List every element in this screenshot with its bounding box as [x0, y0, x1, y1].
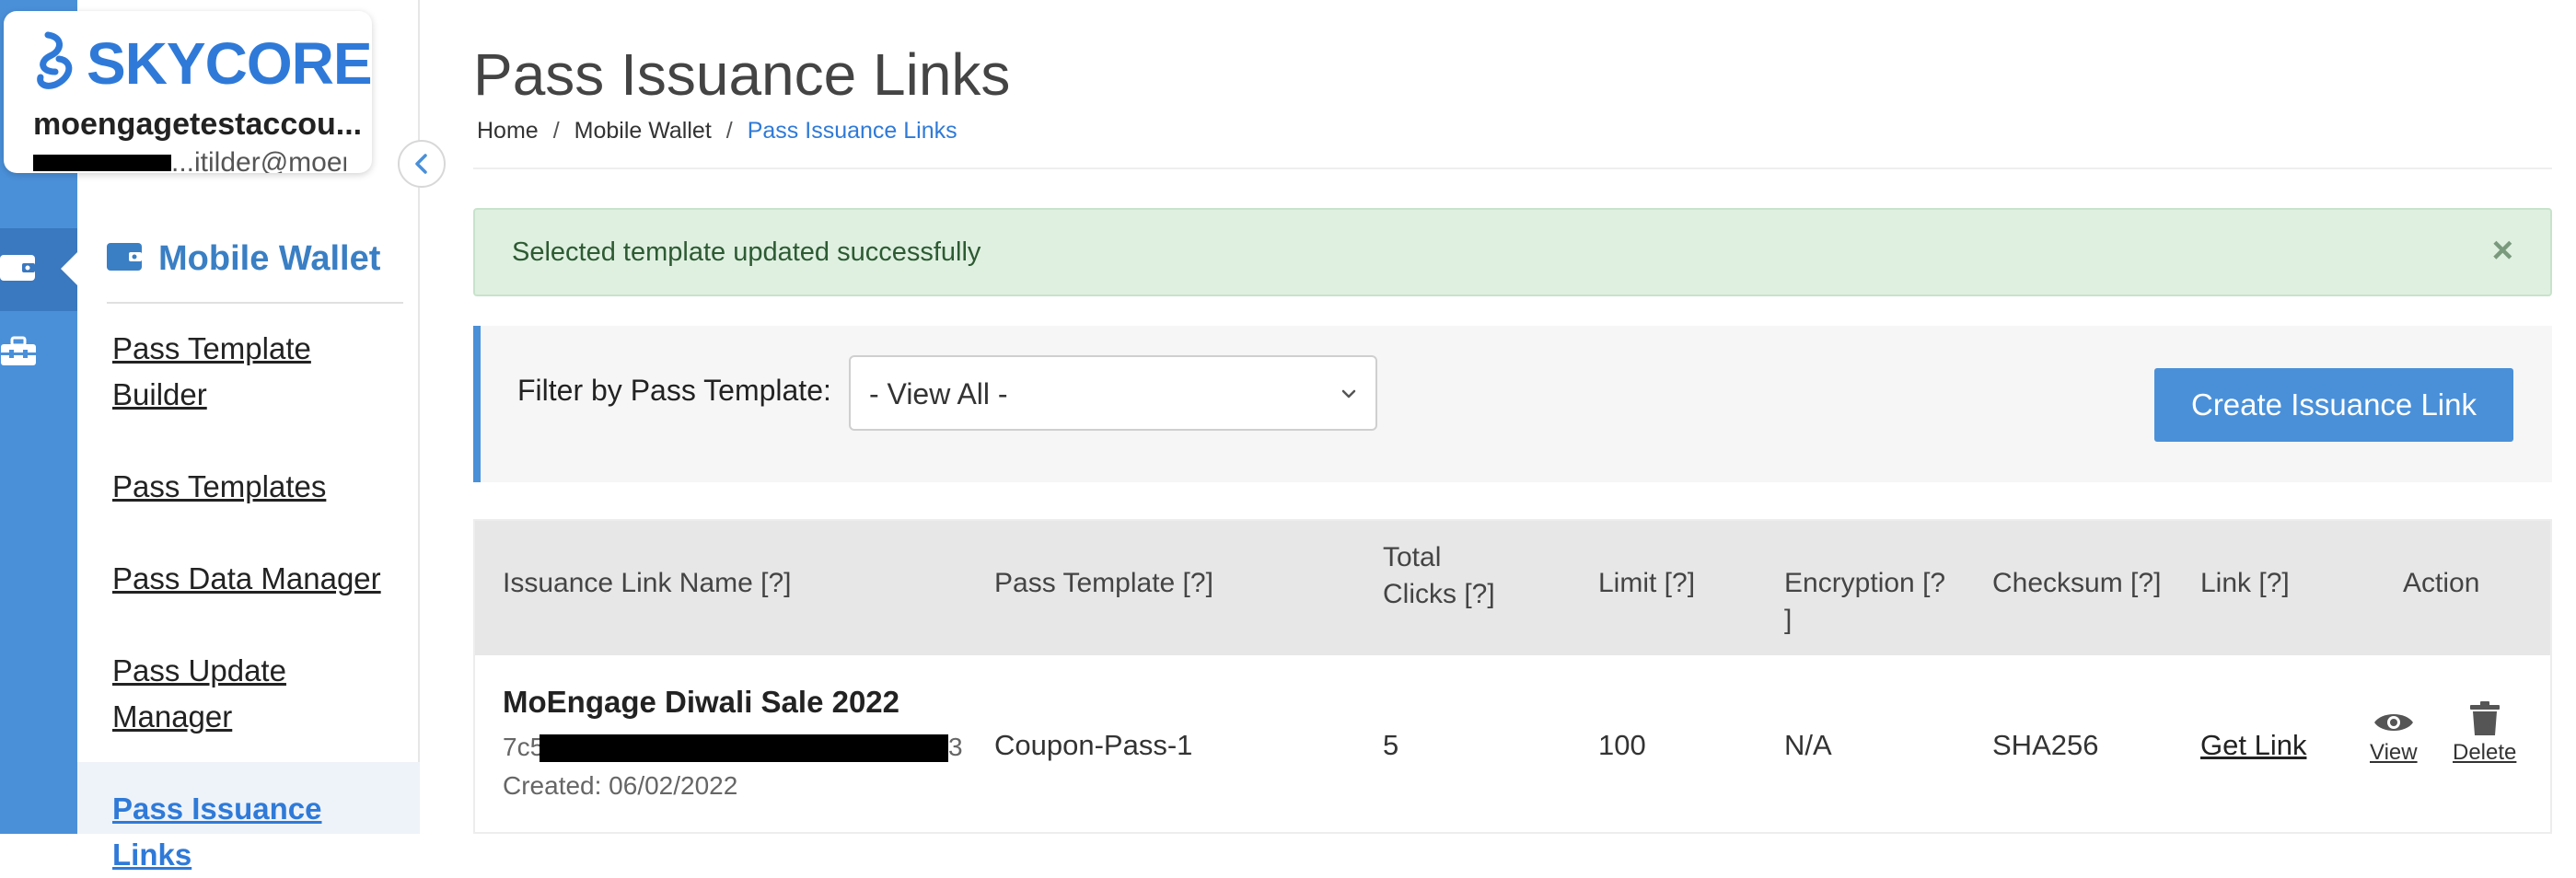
table-header: Issuance Link Name [?] Pass Template [?]…: [475, 521, 2550, 655]
breadcrumb: Home / Mobile Wallet / Pass Issuance Lin…: [477, 118, 957, 144]
col-header-clicks[interactable]: Total Clicks [?]: [1383, 539, 1495, 613]
cell-clicks: 5: [1383, 729, 1399, 761]
issuance-link-id-suffix: 3: [948, 733, 963, 761]
account-name: moengagetestaccou...: [33, 107, 363, 142]
breadcrumb-current: Pass Issuance Links: [747, 118, 957, 144]
redaction-bar: [33, 155, 171, 171]
col-header-name[interactable]: Issuance Link Name [?]: [503, 565, 792, 602]
delete-label: Delete: [2453, 740, 2517, 765]
issuance-link-name: MoEngage Diwali Sale 2022: [503, 685, 899, 719]
skycore-logo-icon: [31, 31, 77, 97]
sidebar-divider: [107, 302, 403, 304]
get-link-button[interactable]: Get Link: [2200, 729, 2306, 762]
wallet-icon[interactable]: [0, 248, 37, 285]
sidebar-item-pass-template-builder[interactable]: Pass Template Builder: [112, 326, 389, 418]
sidebar-collapse-button[interactable]: [398, 140, 446, 188]
col-header-template[interactable]: Pass Template [?]: [994, 565, 1213, 602]
breadcrumb-separator: /: [725, 118, 733, 144]
redaction-bar: [540, 734, 948, 762]
sidebar-item-pass-data-manager[interactable]: Pass Data Manager: [112, 556, 389, 602]
col-header-clicks-line2: Clicks [?]: [1383, 579, 1495, 609]
filter-panel: Filter by Pass Template: - View All - Cr…: [473, 326, 2552, 482]
rail-active-indicator: [61, 252, 77, 285]
sidebar-item-pass-templates[interactable]: Pass Templates: [112, 464, 389, 510]
breadcrumb-mobile-wallet[interactable]: Mobile Wallet: [574, 118, 712, 144]
alert-message: Selected template updated successfully: [512, 237, 981, 267]
col-header-checksum[interactable]: Checksum [?]: [1992, 565, 2161, 602]
chevron-left-icon: [415, 154, 427, 174]
cell-template: Coupon-Pass-1: [994, 729, 1193, 761]
pass-template-filter-select[interactable]: - View All -: [849, 355, 1377, 431]
col-header-encryption-line2: ]: [1784, 605, 1793, 635]
account-email-text: ...itilder@moengage...: [171, 149, 346, 173]
account-card[interactable]: SKYCORE moengagetestaccou... ...itilder@…: [4, 11, 372, 173]
view-button[interactable]: View: [2370, 709, 2418, 766]
issuance-link-id-prefix: 7c5: [503, 733, 545, 761]
breadcrumb-separator: /: [552, 118, 560, 144]
col-header-link[interactable]: Link [?]: [2200, 565, 2290, 602]
page-title: Pass Issuance Links: [473, 41, 1011, 108]
cell-limit: 100: [1598, 729, 1646, 761]
cell-encryption: N/A: [1784, 729, 1832, 761]
col-header-limit[interactable]: Limit [?]: [1598, 565, 1695, 602]
sidebar-item-pass-issuance-links[interactable]: Pass Issuance Links: [112, 786, 389, 878]
sidebar-section-header: Mobile Wallet: [107, 239, 380, 279]
brand-name: SKYCORE: [87, 30, 372, 97]
col-header-encryption-line1: Encryption [?: [1784, 568, 1946, 598]
close-icon[interactable]: ×: [2492, 230, 2513, 271]
col-header-encryption[interactable]: Encryption [? ]: [1784, 565, 1945, 639]
trash-icon: [2469, 701, 2500, 735]
account-email: ...itilder@moengage...: [33, 149, 346, 173]
issuance-link-created: Created: 06/02/2022: [503, 771, 738, 800]
filter-label: Filter by Pass Template:: [517, 374, 831, 407]
sidebar-item-pass-update-manager[interactable]: Pass Update Manager: [112, 648, 389, 740]
delete-button[interactable]: Delete: [2453, 701, 2516, 766]
filter-selected-value: - View All -: [869, 377, 1008, 410]
success-alert: Selected template updated successfully ×: [473, 208, 2552, 296]
sidebar-section-title: Mobile Wallet: [158, 239, 381, 278]
wallet-icon: [107, 241, 144, 277]
chevron-down-icon: [1339, 381, 1359, 411]
header-divider: [473, 168, 2552, 169]
view-label: View: [2370, 740, 2418, 765]
brand-logo: SKYCORE: [31, 29, 372, 98]
toolbox-icon[interactable]: [0, 333, 37, 370]
cell-checksum: SHA256: [1992, 729, 2099, 761]
issuance-links-table: Issuance Link Name [?] Pass Template [?]…: [473, 519, 2552, 834]
eye-icon: [2373, 714, 2413, 731]
col-header-clicks-line1: Total: [1383, 542, 1442, 572]
create-issuance-link-button[interactable]: Create Issuance Link: [2154, 368, 2513, 442]
breadcrumb-home[interactable]: Home: [477, 118, 539, 144]
col-header-action: Action: [2403, 568, 2480, 598]
